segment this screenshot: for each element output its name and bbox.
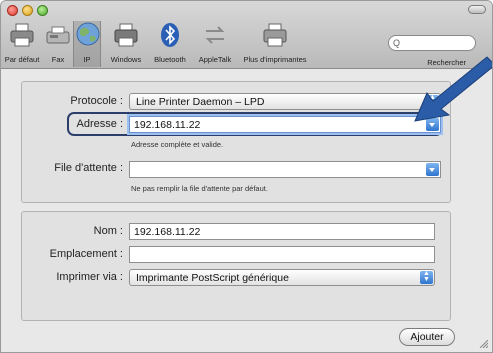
name-field[interactable]: 192.168.11.22 xyxy=(129,223,435,240)
toolbar-appletalk-label: AppleTalk xyxy=(198,55,232,64)
print-via-popup[interactable]: Imprimante PostScript générique ▲ ▼ xyxy=(129,269,435,286)
globe-icon xyxy=(76,22,100,46)
toolbar-bluetooth-button[interactable]: Bluetooth xyxy=(149,21,191,67)
toolbar-toggle-button[interactable] xyxy=(468,5,486,14)
address-label: Adresse : xyxy=(76,118,123,130)
toolbar-more-printers-label: Plus d'imprimantes xyxy=(243,55,307,64)
popup-stepper-icon: ▲▼ xyxy=(420,270,433,284)
pointer-arrow-annotation xyxy=(414,56,492,122)
add-button[interactable]: Ajouter xyxy=(399,328,455,346)
zoom-window-button[interactable] xyxy=(37,5,48,16)
toolbar-ip-label: IP xyxy=(83,55,91,64)
name-value: 192.168.11.22 xyxy=(134,226,201,238)
toolbar-more-printers-button[interactable]: Plus d'imprimantes xyxy=(239,21,311,67)
fax-icon xyxy=(46,26,70,44)
close-window-button[interactable] xyxy=(7,5,18,16)
location-field[interactable] xyxy=(129,246,435,263)
print-via-label: Imprimer via : xyxy=(56,271,123,283)
address-hint: Adresse complète et valide. xyxy=(131,140,224,149)
queue-label: File d'attente : xyxy=(54,162,123,174)
toolbar-ip-button[interactable]: IP xyxy=(73,21,101,67)
protocol-popup[interactable]: Line Printer Daemon – LPD ▲▼ xyxy=(129,93,441,110)
windows-printer-icon xyxy=(114,23,138,47)
search-icon: Q xyxy=(393,38,401,48)
printer-add-window: Par défaut Fax IP Windows Bluetooth Appl… xyxy=(0,0,493,353)
queue-field[interactable] xyxy=(129,161,441,178)
address-field[interactable]: 192.168.11.22 xyxy=(129,116,441,133)
protocol-label: Protocole : xyxy=(70,95,123,107)
more-printers-icon xyxy=(263,23,287,47)
location-label: Emplacement : xyxy=(49,248,123,260)
appletalk-icon xyxy=(205,26,225,44)
protocol-value: Line Printer Daemon – LPD xyxy=(136,96,265,108)
printer-icon xyxy=(10,23,34,47)
minimize-window-button[interactable] xyxy=(22,5,33,16)
print-via-value: Imprimante PostScript générique xyxy=(136,272,289,284)
toolbar-fax-label: Fax xyxy=(51,55,65,64)
queue-hint: Ne pas remplir la file d'attente par déf… xyxy=(131,184,268,193)
queue-dropdown-button[interactable] xyxy=(426,163,439,176)
toolbar-bluetooth-label: Bluetooth xyxy=(154,55,186,64)
toolbar-fax-button[interactable]: Fax xyxy=(43,21,73,67)
toolbar-default-button[interactable]: Par défaut xyxy=(3,21,41,67)
toolbar-default-label: Par défaut xyxy=(4,55,40,64)
address-value: 192.168.11.22 xyxy=(134,119,201,131)
bluetooth-icon xyxy=(161,23,179,47)
search-input[interactable]: Q xyxy=(388,35,476,51)
name-label: Nom : xyxy=(93,225,123,237)
toolbar-appletalk-button[interactable]: AppleTalk xyxy=(193,21,237,67)
toolbar-windows-label: Windows xyxy=(110,55,142,64)
toolbar-windows-button[interactable]: Windows xyxy=(105,21,147,67)
resize-grip-icon[interactable] xyxy=(478,338,488,348)
